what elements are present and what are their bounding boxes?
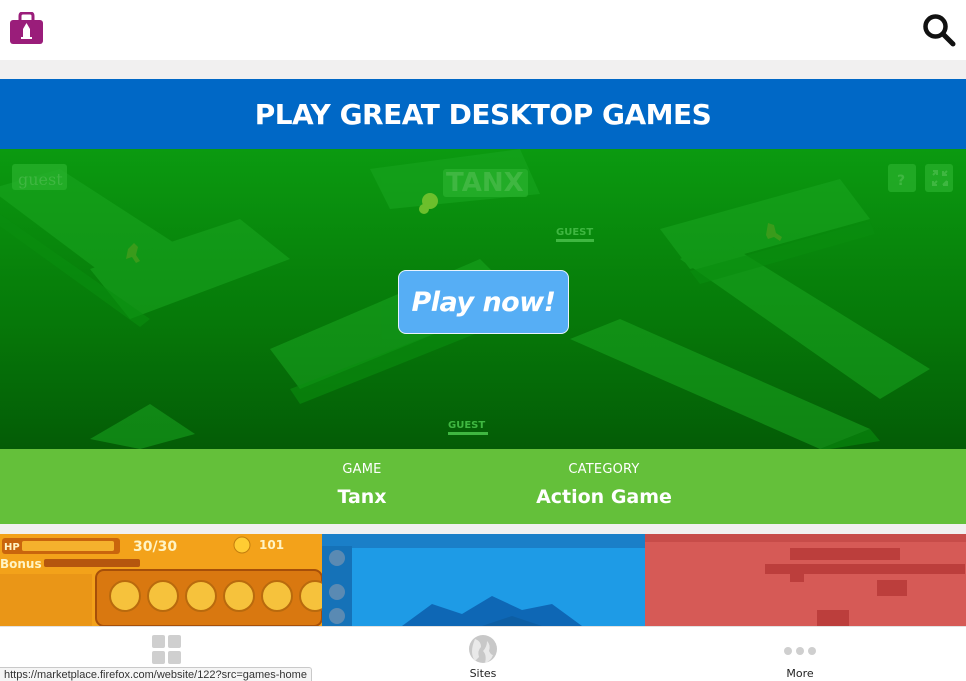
game-thumbnail-1[interactable]: HP 30/30 101 Bonus	[0, 534, 322, 626]
game-info-bar: GAME Tanx CATEGORY Action Game	[0, 449, 966, 524]
match-three-game-art: HP 30/30 101 Bonus	[0, 534, 322, 626]
tab-sites[interactable]: Sites	[423, 627, 543, 681]
game-label: GAME	[342, 462, 382, 477]
game-thumbnail-2[interactable]	[322, 534, 645, 626]
top-header	[0, 0, 966, 60]
banner-title: PLAY GREAT DESKTOP GAMES	[254, 97, 712, 131]
bg-help: ?	[897, 173, 905, 189]
bg-guest-mid: GUEST	[556, 227, 593, 238]
tab-more-label: More	[786, 667, 814, 680]
bg-guest-bottom: GUEST	[448, 420, 485, 431]
platformer-game-art	[645, 534, 966, 626]
play-now-button[interactable]: Play now!	[398, 270, 569, 334]
game-name-link[interactable]: Tanx	[312, 486, 412, 508]
bg-tanx-logo: TANX	[446, 168, 524, 198]
game-info-column: GAME Tanx	[312, 462, 412, 508]
strategy-game-art	[322, 534, 645, 626]
marketplace-bag-icon[interactable]	[9, 12, 44, 45]
search-icon[interactable]	[922, 13, 956, 47]
category-info-column: CATEGORY Action Game	[524, 462, 684, 508]
category-label: CATEGORY	[568, 462, 640, 477]
more-dots-icon	[784, 647, 816, 655]
hp-score: 30/30	[133, 539, 177, 555]
hp-label: HP	[4, 542, 20, 553]
game-thumbnail-3[interactable]	[645, 534, 966, 626]
promo-banner: PLAY GREAT DESKTOP GAMES	[0, 79, 966, 149]
status-bar-url: https://marketplace.firefox.com/website/…	[0, 667, 312, 681]
bg-guest-label: guest	[18, 170, 63, 189]
apps-grid-icon	[152, 635, 181, 664]
bonus-label: Bonus	[0, 557, 42, 571]
coins-count: 101	[259, 538, 284, 552]
tab-sites-label: Sites	[469, 667, 497, 680]
globe-icon	[469, 635, 497, 663]
featured-game-hero[interactable]: guest TANX ? GUEST GUEST Play now!	[0, 149, 966, 449]
tab-more[interactable]: More	[740, 627, 860, 681]
game-thumbnails-row: HP 30/30 101 Bonus	[0, 534, 966, 626]
category-link[interactable]: Action Game	[524, 486, 684, 508]
